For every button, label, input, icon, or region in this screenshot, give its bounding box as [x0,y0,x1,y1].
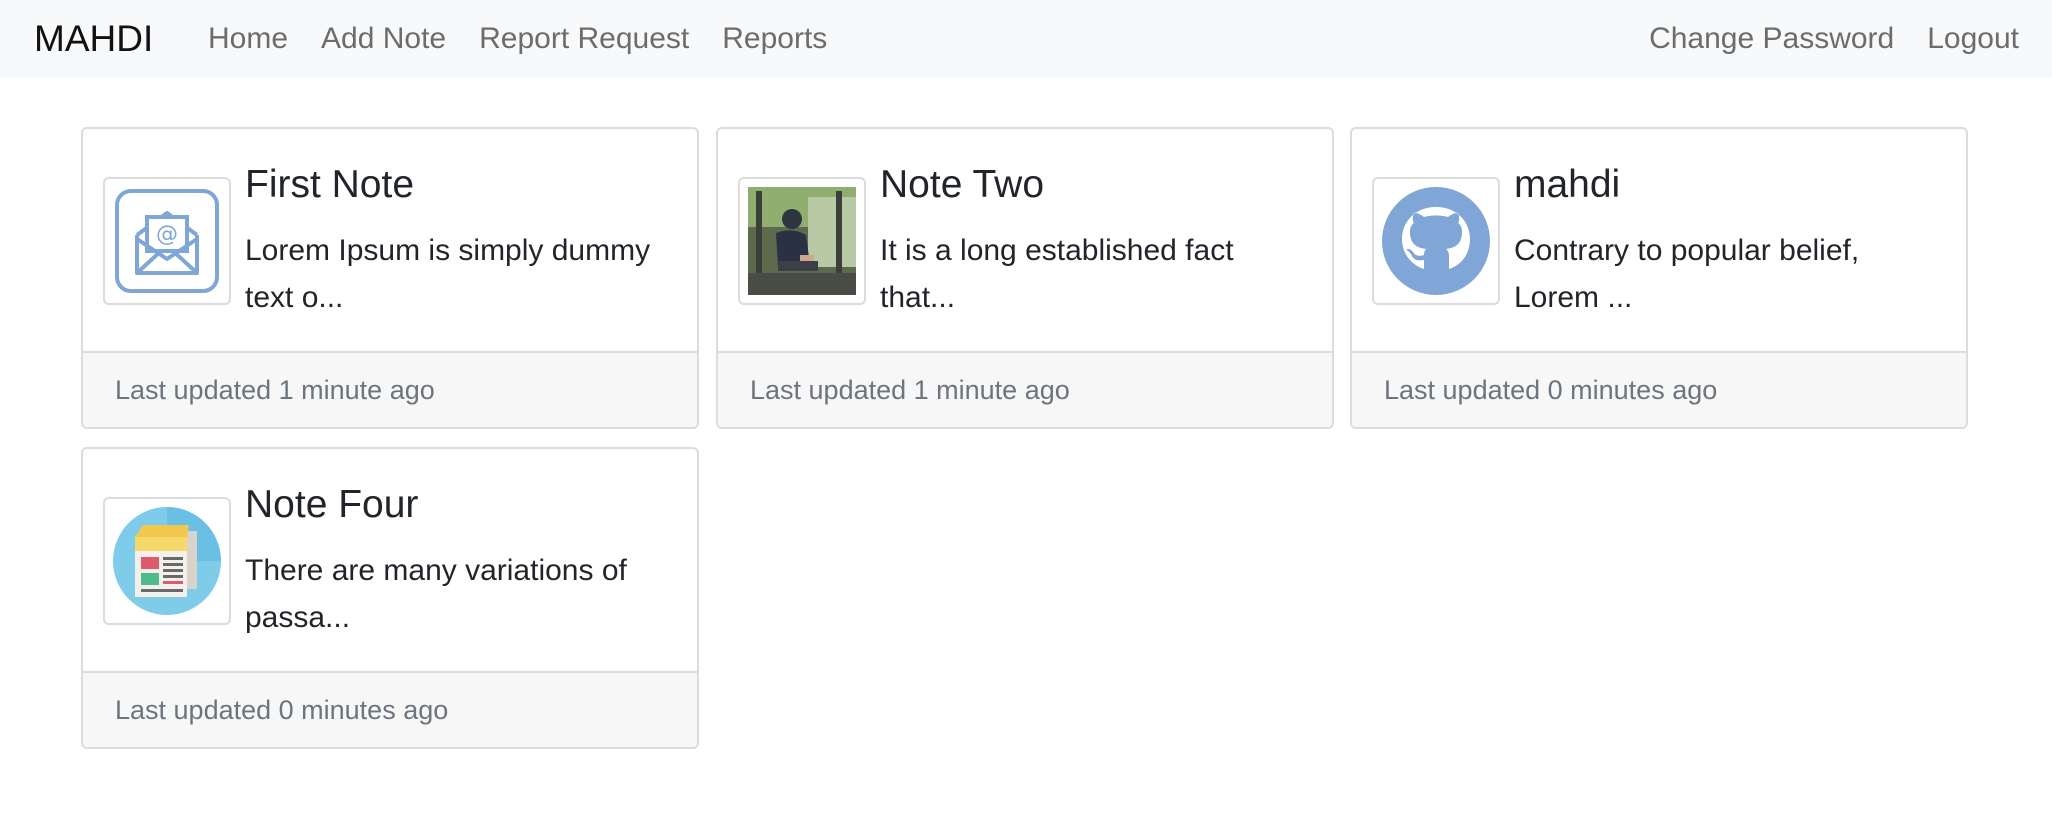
nav-reports-link[interactable]: Reports [722,19,827,59]
note-excerpt: Lorem Ipsum is simply dummy text o... [245,234,651,314]
navbar: MAHDI Home Add Note Report Request Repor… [0,0,2052,78]
nav-add-note-link[interactable]: Add Note [321,19,446,59]
note-title: mahdi [1514,163,1621,206]
github-icon [1372,177,1500,305]
nav-right: Change Password Logout [1616,19,2019,59]
note-updated-footer: Last updated 0 minutes ago [83,671,697,747]
note-card[interactable]: mahdi Contrary to popular belief, Lorem … [1350,127,1968,429]
nav-left: Home Add Note Report Request Reports [208,19,860,59]
nav-report-request-link[interactable]: Report Request [479,19,689,59]
note-updated-footer: Last updated 1 minute ago [718,351,1332,427]
note-excerpt: It is a long established fact that... [880,234,1234,314]
note-card-body: Note Two It is a long established fact t… [718,129,1332,353]
photo-thumbnail [738,177,866,305]
note-title: Note Two [880,163,1045,206]
email-icon: @ [103,177,231,305]
brand-link[interactable]: MAHDI [34,17,153,61]
note-card[interactable]: Note Two It is a long established fact t… [716,127,1334,429]
newspaper-icon [103,497,231,625]
note-card-body: @ First Note Lorem Ipsum is simply dummy… [83,129,697,353]
note-card-body: Note Four There are many variations of p… [83,449,697,673]
nav-change-password-link[interactable]: Change Password [1649,19,1894,59]
note-card[interactable]: Note Four There are many variations of p… [81,447,699,749]
svg-text:@: @ [156,222,178,247]
nav-logout-link[interactable]: Logout [1927,19,2019,59]
note-title: First Note [245,163,415,206]
note-excerpt: There are many variations of passa... [245,554,627,634]
note-card-body: mahdi Contrary to popular belief, Lorem … [1352,129,1966,353]
note-updated-footer: Last updated 0 minutes ago [1352,351,1966,427]
note-card[interactable]: @ First Note Lorem Ipsum is simply dummy… [81,127,699,429]
nav-home-link[interactable]: Home [208,19,288,59]
note-excerpt: Contrary to popular belief, Lorem ... [1514,234,1860,314]
note-updated-footer: Last updated 1 minute ago [83,351,697,427]
note-title: Note Four [245,483,419,526]
